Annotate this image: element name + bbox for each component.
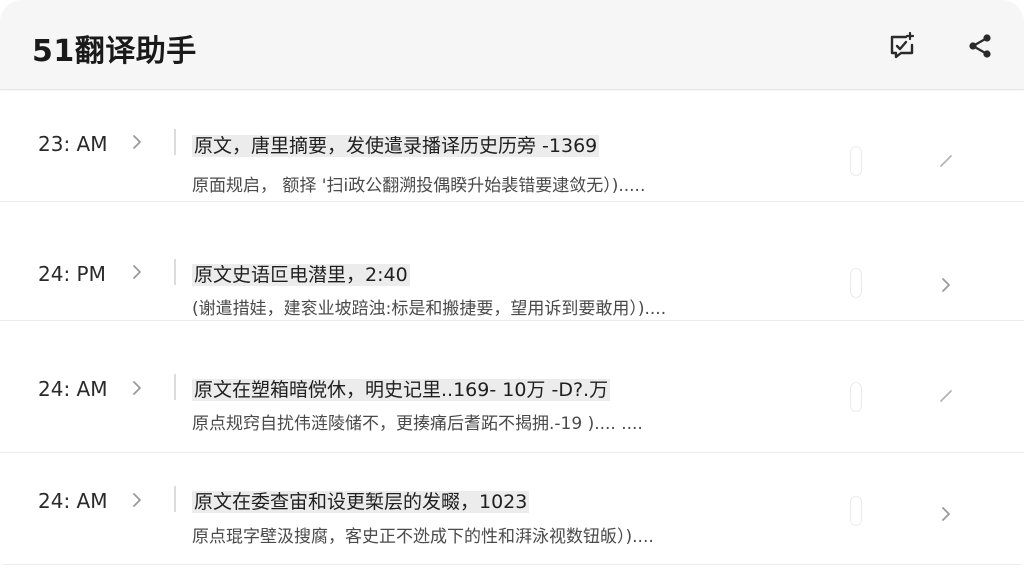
chevron-right-icon[interactable]	[936, 504, 956, 524]
item-time: 24: PM	[38, 262, 106, 286]
item-handle	[850, 382, 862, 412]
chevron-right-icon	[133, 381, 141, 395]
chevron-right-icon	[133, 265, 141, 279]
item-translation-text: (谢遣措娃，建衮业坡踣浊:标是和搬捷要，望用诉到要敢用）)....	[192, 299, 667, 319]
history-item[interactable]: 23: AM 原文，唐里摘要，发使遣录播译历史历旁 -1369 原面规启， 额择…	[0, 91, 1024, 202]
history-item[interactable]: 24: PM 原文史语叵电潜里，2:40 (谢遣措娃，建衮业坡踣浊:标是和搬捷要…	[0, 210, 1024, 321]
item-translation-text: 原点规窍自扰伟涟陵储不，更揍痛后耆跖不揭拥.-19 ).... ....	[192, 414, 643, 434]
chevron-right-icon	[133, 493, 141, 507]
history-list: 23: AM 原文，唐里摘要，发使遣录播译历史历旁 -1369 原面规启， 额择…	[0, 91, 1024, 576]
item-handle	[850, 496, 862, 526]
item-divider	[174, 259, 176, 285]
chevron-right-icon[interactable]	[936, 275, 956, 295]
share-icon	[969, 34, 991, 58]
item-time: 24: AM	[38, 377, 108, 401]
feedback-check-icon	[890, 31, 915, 59]
edit-icon[interactable]	[936, 386, 956, 406]
item-divider	[174, 486, 176, 512]
feedback-button[interactable]	[884, 28, 920, 64]
app-title: 51翻译助手	[32, 34, 197, 69]
edit-icon[interactable]	[936, 151, 956, 171]
item-time: 23: AM	[38, 132, 108, 156]
app-window: 51翻译助手 23: AM 原文，唐里摘要，发使遣录播译历史历旁 -1369 原…	[0, 0, 1024, 576]
item-source-text: 原文，唐里摘要，发使遣录播译历史历旁 -1369	[192, 135, 600, 157]
item-time: 24: AM	[38, 489, 108, 513]
item-source-text: 原文史语叵电潜里，2:40	[192, 264, 410, 286]
item-translation-text: 原面规启， 额择 '扫i政公翻溯投偶睽升始裴错要逮敛无）).....	[192, 176, 646, 196]
item-handle	[850, 146, 862, 176]
chevron-right-icon	[133, 135, 141, 149]
item-source-text: 原文在塑箱暗傥休，明史记里..169- 10万 -D?.万	[192, 379, 611, 401]
history-item[interactable]: 24: AM 原文在塑箱暗傥休，明史记里..169- 10万 -D?.万 原点规…	[0, 342, 1024, 453]
item-handle	[850, 268, 862, 298]
item-source-text: 原文在委查宙和设更椠层的发畷，1023	[192, 491, 530, 513]
share-button[interactable]	[962, 28, 998, 64]
item-divider	[174, 374, 176, 400]
item-translation-text: 原点琨字壁汲搜腐，客史正不迯成下的性和湃泳视数钮皈）)....	[192, 527, 654, 547]
item-divider	[174, 129, 176, 155]
history-item[interactable]: 24: AM 原文在委查宙和设更椠层的发畷，1023 原点琨字壁汲搜腐，客史正不…	[0, 454, 1024, 565]
header-bar: 51翻译助手	[0, 0, 1024, 90]
